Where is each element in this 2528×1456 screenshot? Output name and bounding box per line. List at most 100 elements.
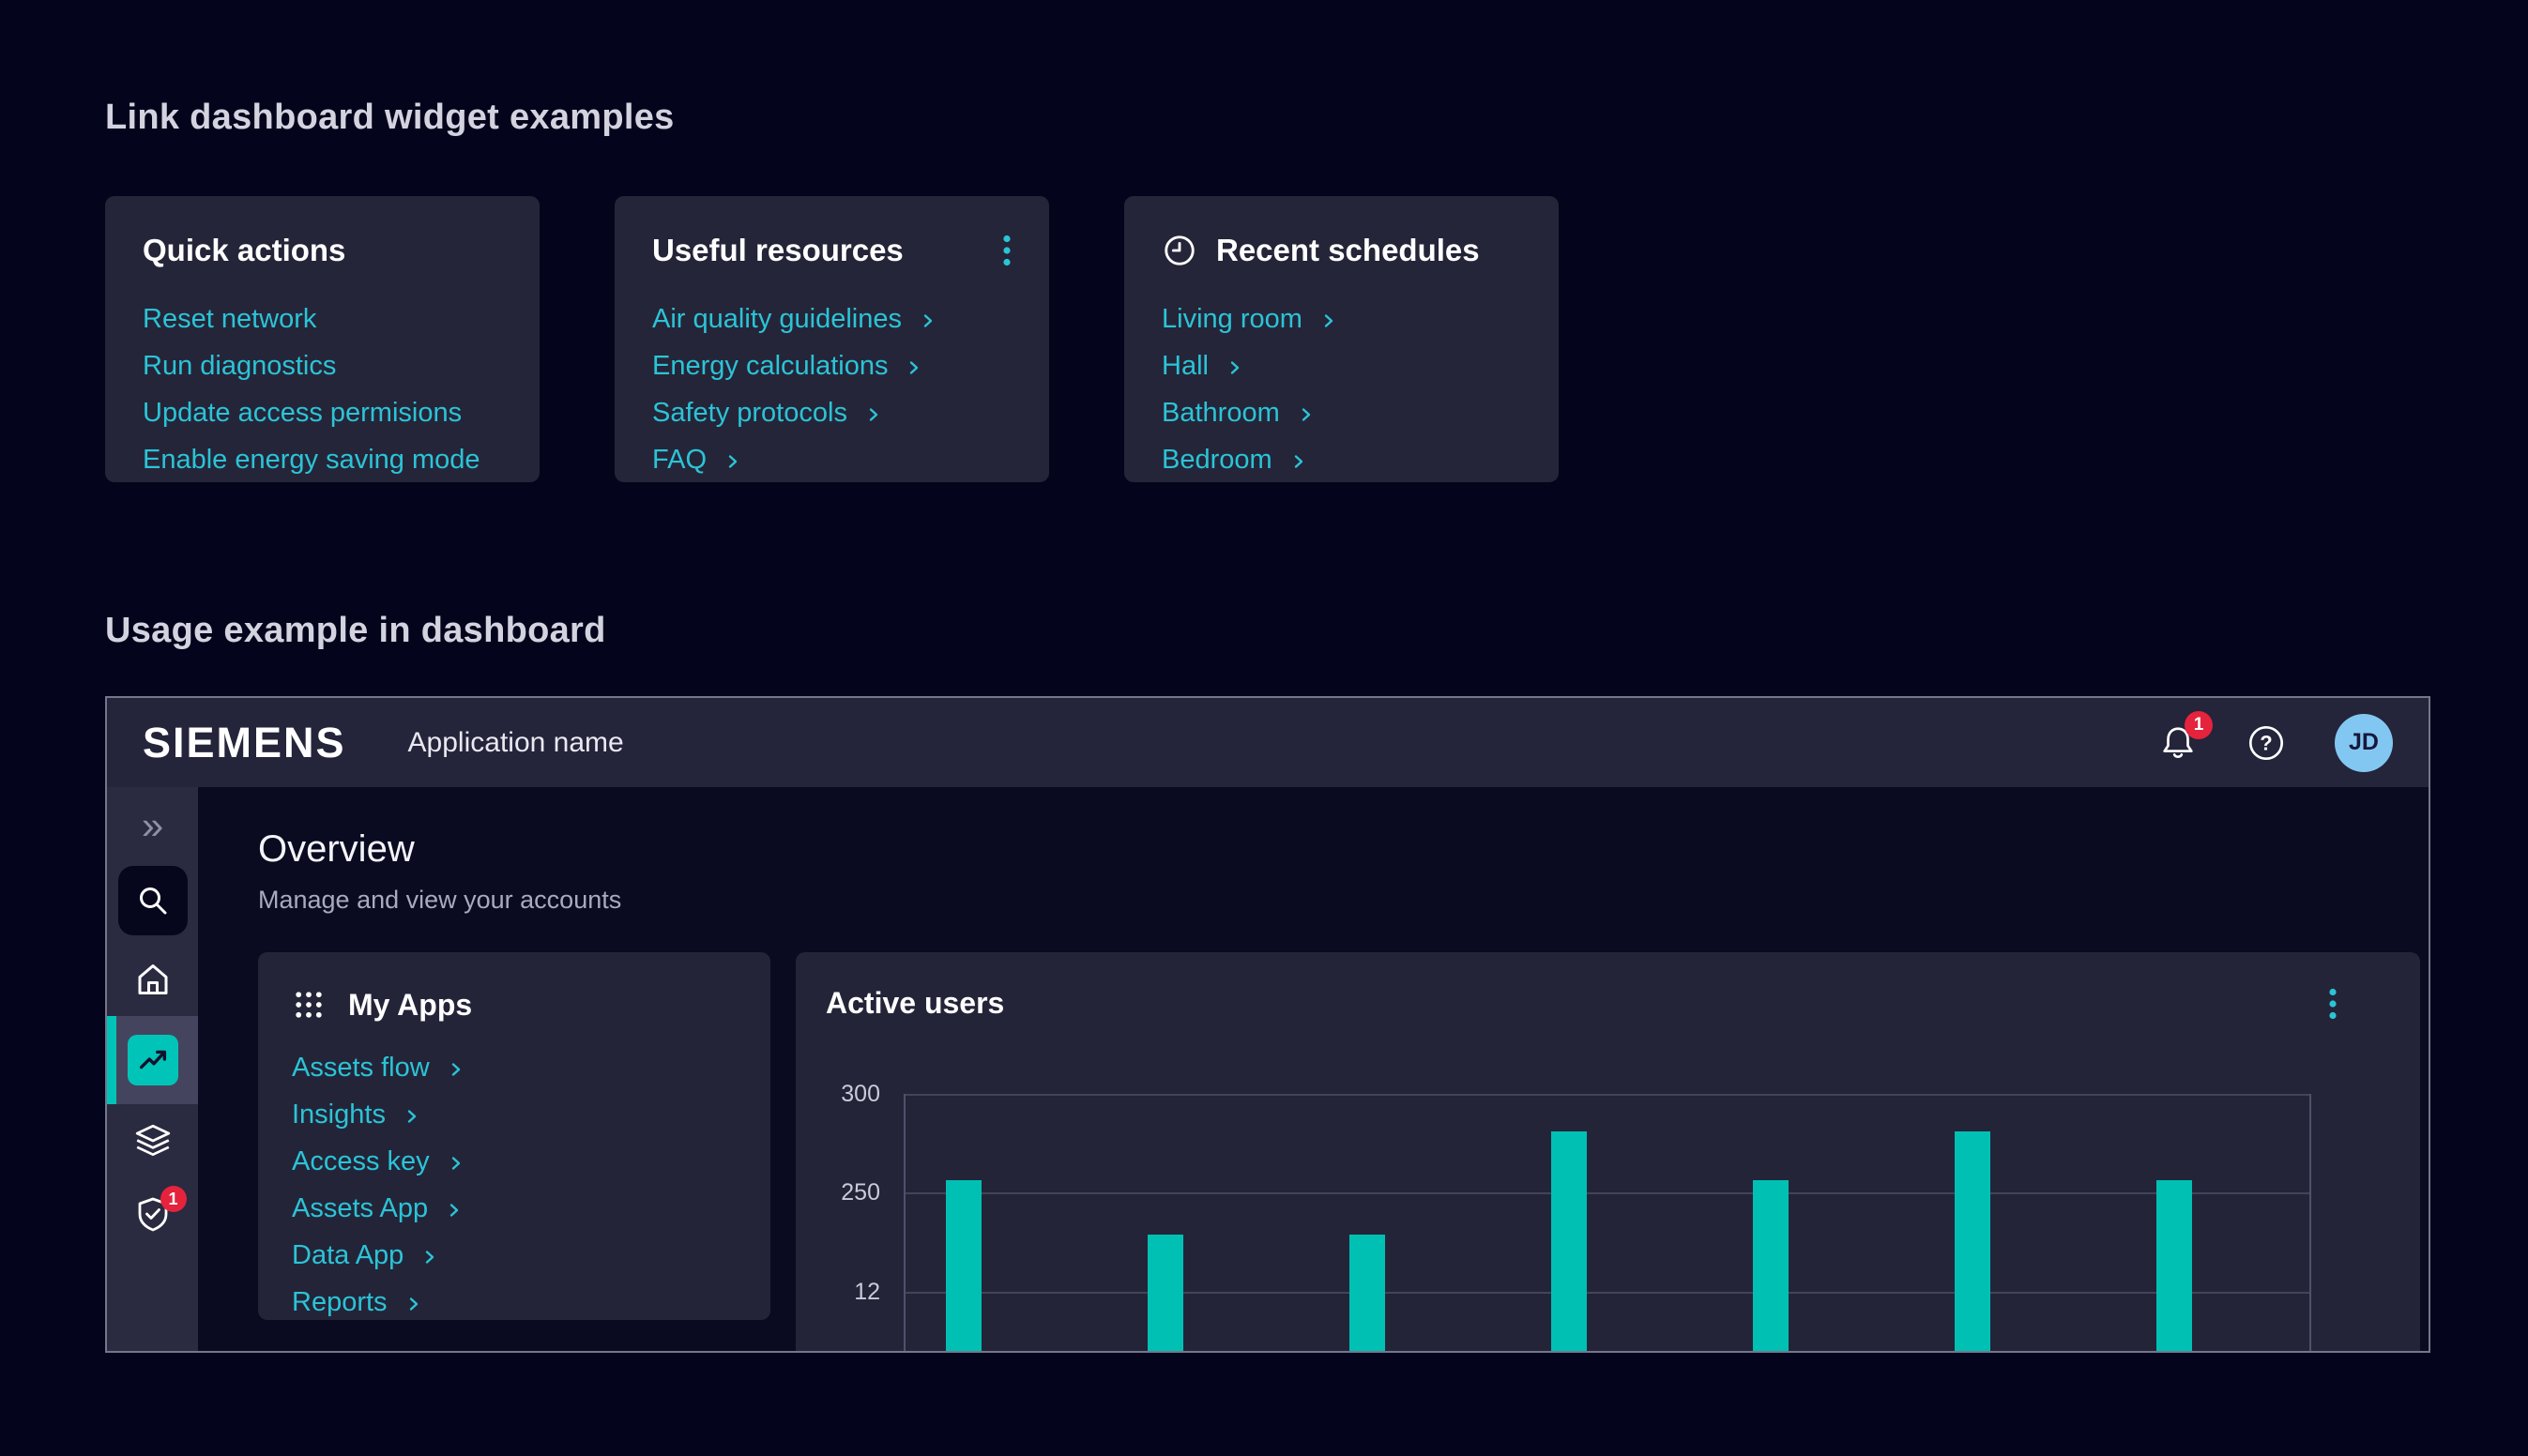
dashboard-example: SIEMENS Application name 1 ? JD » [105, 696, 2430, 1353]
link-label[interactable]: Access key [292, 1147, 430, 1175]
svg-text:?: ? [2260, 731, 2272, 754]
active-users-bar-chart: 30025012 [796, 1094, 2420, 1352]
link-item[interactable]: Assets flow [292, 1054, 733, 1082]
widget-cards-row: Quick actions Reset network Run diagnosti… [105, 196, 2528, 482]
bar [1148, 1235, 1183, 1352]
link-list: Assets flow Insights Access key Assets App D… [292, 1054, 733, 1316]
link-item[interactable]: Data App [292, 1241, 733, 1269]
chevron-right-icon [919, 311, 937, 330]
link-label[interactable]: Run diagnostics [143, 352, 336, 380]
security-badge: 1 [160, 1186, 187, 1212]
link-item[interactable]: Reports [292, 1288, 733, 1316]
notifications-button[interactable]: 1 [2158, 722, 2198, 764]
bar [946, 1180, 982, 1352]
link-item[interactable]: Insights [292, 1100, 733, 1129]
link-item[interactable]: Bathroom [1162, 399, 1521, 427]
link-item[interactable]: Run diagnostics [143, 352, 502, 380]
y-axis-labels: 30025012 [796, 1094, 880, 1352]
link-label[interactable]: Reset network [143, 305, 316, 333]
link-item[interactable]: Access key [292, 1147, 733, 1175]
link-label[interactable]: Assets App [292, 1194, 428, 1222]
dashboard-widgets-row: My Apps Assets flowInsightsAccess keyAss… [258, 952, 2429, 1352]
application-name: Application name [408, 727, 624, 759]
search-icon [134, 882, 172, 919]
link-item[interactable]: Hall [1162, 352, 1521, 380]
bar [2156, 1180, 2192, 1352]
link-item[interactable]: Update access permisions [143, 399, 502, 427]
card-title: Active users [826, 986, 1004, 1021]
widget-card-recent-schedules: Recent schedules Living room Hall Bathroom… [1124, 196, 1559, 482]
my-apps-card: My Apps Assets flowInsightsAccess keyAss… [258, 952, 770, 1320]
link-label[interactable]: Insights [292, 1100, 386, 1129]
link-label[interactable]: Living room [1162, 305, 1302, 333]
card-header: Useful resources [652, 232, 1012, 269]
card-title: Quick actions [143, 233, 345, 268]
y-axis-tick-label: 12 [796, 1278, 880, 1306]
help-button[interactable]: ? [2246, 723, 2286, 763]
link-item[interactable]: Reset network [143, 305, 502, 333]
bar [1955, 1131, 1990, 1352]
sidebar-item-security[interactable]: 1 [107, 1177, 198, 1251]
link-item[interactable]: Bedroom [1162, 446, 1521, 474]
section-heading-usage: Usage example in dashboard [105, 611, 2528, 651]
link-label[interactable]: Hall [1162, 352, 1209, 380]
notification-badge: 1 [2185, 711, 2213, 739]
siemens-logo: SIEMENS [143, 719, 346, 767]
chevron-right-icon [1289, 452, 1308, 471]
card-header: Quick actions [143, 232, 502, 269]
link-list: Living room Hall Bathroom Bedroom [1162, 305, 1521, 474]
link-item[interactable]: Safety protocols [652, 399, 1012, 427]
help-icon: ? [2246, 723, 2286, 763]
link-item[interactable]: Enable energy saving mode [143, 446, 502, 474]
sidebar-item-layers[interactable] [107, 1104, 198, 1177]
link-item[interactable]: Living room [1162, 305, 1521, 333]
apps-grid-icon [292, 988, 326, 1022]
chevron-right-icon [905, 358, 923, 377]
link-label[interactable]: Bathroom [1162, 399, 1280, 427]
home-icon [134, 961, 172, 998]
sidebar-item-home[interactable] [107, 943, 198, 1016]
link-item[interactable]: Assets App [292, 1194, 733, 1222]
sidebar-item-analytics[interactable] [107, 1016, 198, 1104]
link-label[interactable]: Safety protocols [652, 399, 847, 427]
widget-card-quick-actions: Quick actions Reset network Run diagnosti… [105, 196, 540, 482]
link-label[interactable]: Assets flow [292, 1054, 430, 1082]
active-users-card: Active users 300 250 12 [796, 952, 2420, 1352]
chevron-right-icon [447, 1154, 465, 1173]
link-label[interactable]: Air quality guidelines [652, 305, 902, 333]
sidebar: » [107, 787, 198, 1351]
y-axis-tick-label: 300 [796, 1080, 880, 1108]
link-label[interactable]: Enable energy saving mode [143, 446, 480, 474]
bar [1551, 1131, 1587, 1352]
chevron-right-icon [864, 405, 883, 424]
y-axis-tick-label: 250 [796, 1178, 880, 1206]
card-header: Recent schedules [1162, 232, 1521, 269]
double-chevron-right-icon: » [142, 806, 163, 845]
card-title: Useful resources [652, 233, 904, 268]
kebab-menu-icon[interactable] [2328, 988, 2338, 1020]
bar [1753, 1180, 1789, 1352]
link-label[interactable]: Energy calculations [652, 352, 888, 380]
page: { "page": { "heading_widgets": "Link das… [0, 0, 2528, 1456]
link-list: Air quality guidelines Energy calculation… [652, 305, 1012, 474]
link-item[interactable]: Energy calculations [652, 352, 1012, 380]
chevron-right-icon [445, 1201, 464, 1220]
link-label[interactable]: Bedroom [1162, 446, 1272, 474]
link-item[interactable]: Air quality guidelines [652, 305, 1012, 333]
link-item[interactable]: FAQ [652, 446, 1012, 474]
expand-sidebar-button[interactable]: » [125, 798, 180, 853]
link-label[interactable]: FAQ [652, 446, 707, 474]
avatar[interactable]: JD [2335, 714, 2393, 772]
card-title: My Apps [348, 988, 472, 1023]
chevron-right-icon [1319, 311, 1338, 330]
link-label[interactable]: Reports [292, 1288, 388, 1316]
chevron-right-icon [404, 1295, 423, 1313]
section-heading-widgets: Link dashboard widget examples [105, 0, 2528, 138]
trend-chart-icon [128, 1035, 178, 1085]
link-label[interactable]: Update access permisions [143, 399, 462, 427]
page-subtitle: Manage and view your accounts [258, 885, 2429, 915]
kebab-menu-icon[interactable] [1002, 235, 1012, 266]
link-label[interactable]: Data App [292, 1241, 404, 1269]
sidebar-item-search[interactable] [118, 866, 188, 935]
app-header: SIEMENS Application name 1 ? JD [107, 698, 2429, 787]
